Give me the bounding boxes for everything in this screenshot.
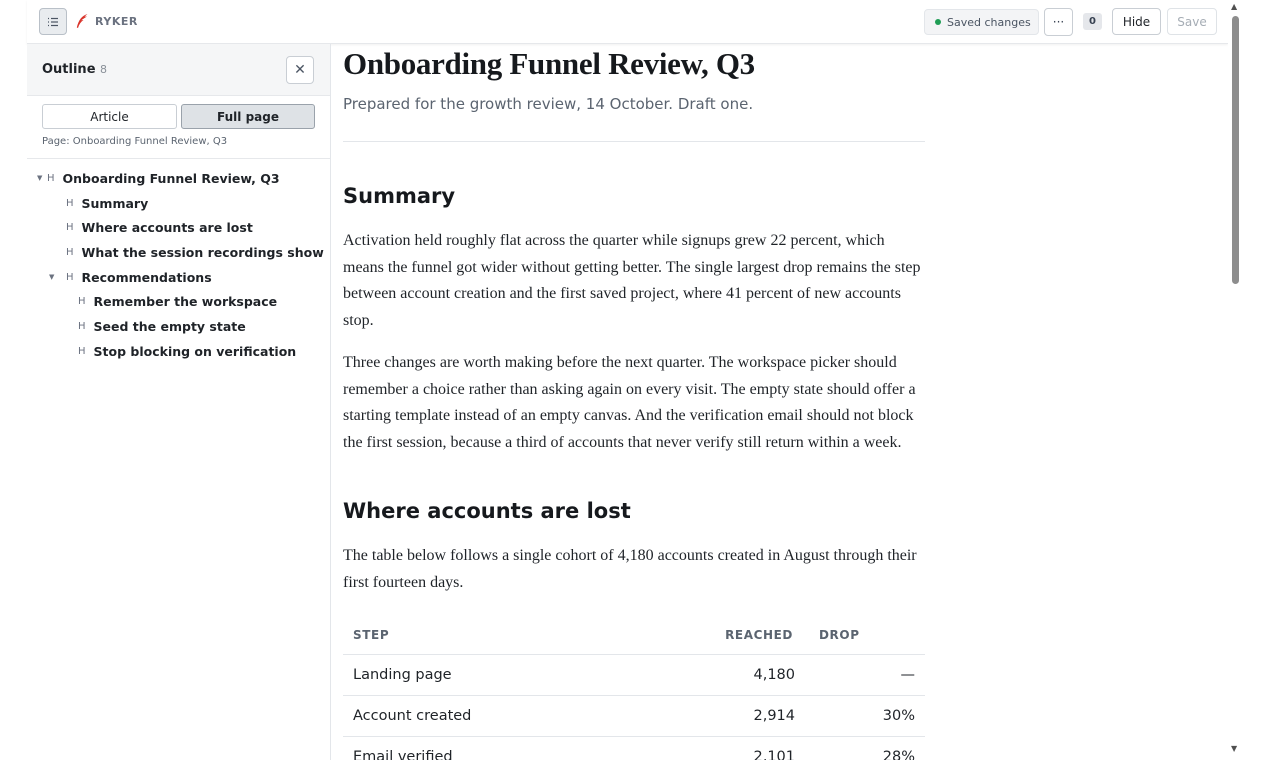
heading-marker: H — [78, 345, 86, 357]
outline-count: 8 — [100, 63, 107, 76]
page-scrollbar[interactable]: ▲ ▼ — [1228, 0, 1242, 760]
table-header-row: STEP REACHED DROP — [343, 616, 925, 655]
outline-item-label: Onboarding Funnel Review, Q3 — [62, 170, 280, 186]
divider — [27, 158, 330, 159]
outline-item-label: Recommendations — [81, 269, 212, 285]
outline-item-label: Stop blocking on verification — [93, 343, 297, 359]
cell-step: Email verified — [343, 736, 643, 760]
heading-marker: H — [78, 320, 86, 332]
outline-item[interactable]: H What the session recordings show — [66, 242, 324, 262]
cell-step: Account created — [343, 695, 643, 737]
table-row: Account created 2,914 30% — [343, 695, 925, 737]
outline-item-label: Seed the empty state — [93, 318, 246, 334]
outline-item-label: Summary — [81, 195, 149, 211]
view-toggle-full-page[interactable]: Full page — [181, 104, 315, 129]
cell-drop: 30% — [805, 695, 925, 737]
hide-button[interactable]: Hide — [1112, 8, 1161, 35]
feather-logo-icon — [76, 14, 88, 28]
outline-item-label: Remember the workspace — [93, 293, 278, 309]
count-badge: 0 — [1083, 13, 1102, 30]
scroll-thumb[interactable] — [1232, 16, 1239, 284]
column-header-drop: DROP — [805, 616, 925, 655]
section-heading-summary: Summary — [343, 184, 456, 208]
save-status-text: Saved changes — [947, 15, 1031, 29]
cell-drop: — — [805, 654, 925, 696]
column-header-reached: REACHED — [643, 616, 805, 655]
top-bar: RYKER Saved changes ··· 0 Hide Save — [27, 0, 1228, 44]
funnel-table: STEP REACHED DROP Landing page 4,180 — A… — [343, 616, 925, 760]
outline-item[interactable]: H Where accounts are lost — [66, 217, 253, 237]
cell-reached: 4,180 — [643, 654, 805, 696]
outline-item[interactable]: H Remember the workspace — [78, 291, 277, 311]
divider — [343, 141, 925, 142]
heading-marker: H — [47, 172, 55, 184]
brand[interactable]: RYKER — [75, 13, 138, 29]
outline-panel: Outline 8 ✕ Article Full page Page: Onbo… — [27, 44, 331, 760]
cell-drop: 28% — [805, 736, 925, 760]
outline-page-caption: Page: Onboarding Funnel Review, Q3 — [42, 136, 228, 147]
close-icon: ✕ — [294, 62, 306, 78]
outline-item[interactable]: ▼ H Recommendations — [49, 267, 212, 287]
page-title: Onboarding Funnel Review, Q3 — [343, 46, 755, 81]
column-header-step: STEP — [343, 616, 643, 655]
sidebar-toggle-button[interactable] — [39, 8, 67, 35]
summary-paragraph-1: Activation held roughly flat across the … — [343, 232, 921, 329]
scroll-up-arrow-icon[interactable]: ▲ — [1231, 2, 1237, 11]
outline-item[interactable]: ▼ H Onboarding Funnel Review, Q3 — [37, 168, 280, 188]
outline-item[interactable]: H Seed the empty state — [78, 316, 246, 336]
table-row: Email verified 2,101 28% — [343, 736, 925, 760]
outline-header: Outline 8 ✕ — [27, 44, 330, 96]
scroll-down-arrow-icon[interactable]: ▼ — [1231, 744, 1237, 753]
view-toggle-article[interactable]: Article — [42, 104, 177, 129]
outline-title: Outline — [42, 62, 96, 77]
caret-down-icon[interactable]: ▼ — [49, 273, 59, 281]
cell-reached: 2,914 — [643, 695, 805, 737]
save-button[interactable]: Save — [1167, 8, 1217, 35]
status-dot-icon — [935, 19, 941, 25]
more-options-button[interactable]: ··· — [1044, 8, 1073, 36]
outline-item[interactable]: H Summary — [66, 193, 148, 213]
save-status-badge: Saved changes — [924, 9, 1039, 35]
summary-paragraph-2: Three changes are worth making before th… — [343, 354, 916, 451]
outline-item[interactable]: H Stop blocking on verification — [78, 341, 296, 361]
heading-marker: H — [66, 221, 74, 233]
cell-step: Landing page — [343, 654, 643, 696]
section-heading-where-lost: Where accounts are lost — [343, 499, 631, 523]
heading-marker: H — [66, 197, 74, 209]
table-row: Landing page 4,180 — — [343, 654, 925, 696]
list-icon — [48, 17, 58, 26]
heading-marker: H — [66, 271, 74, 283]
page-subtitle: Prepared for the growth review, 14 Octob… — [343, 95, 754, 113]
heading-marker: H — [78, 295, 86, 307]
heading-marker: H — [66, 246, 74, 258]
cell-reached: 2,101 — [643, 736, 805, 760]
outline-item-label: What the session recordings show — [81, 244, 324, 260]
brand-name: RYKER — [95, 14, 138, 28]
close-outline-button[interactable]: ✕ — [286, 56, 314, 84]
caret-down-icon[interactable]: ▼ — [37, 174, 47, 182]
lost-paragraph-1: The table below follows a single cohort … — [343, 547, 917, 591]
outline-item-label: Where accounts are lost — [81, 219, 253, 235]
